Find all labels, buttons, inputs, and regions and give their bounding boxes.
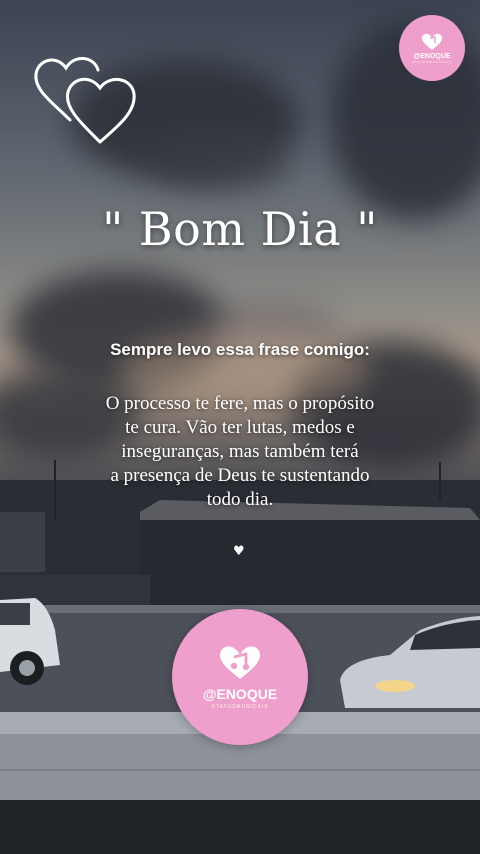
watermark-tagline: STATUSMUSICAIS — [211, 704, 269, 710]
quote-line: te cura. Vão ter lutas, medos e — [125, 417, 355, 438]
music-heart-icon — [220, 646, 260, 679]
quote-line: O processo te fere, mas o propósito — [105, 393, 375, 414]
watermark-name: @ENOQUE — [413, 52, 451, 60]
quote-line: todo dia. — [206, 489, 274, 510]
watermark-badge-large: @ENOQUE STATUSMUSICAIS — [172, 609, 308, 745]
small-heart-icon: ♥ — [233, 544, 245, 559]
double-heart-outline-icon — [34, 57, 136, 144]
quote-line: inseguranças, mas também terá — [121, 441, 359, 462]
watermark-tagline: STATUSMUSICAIS — [412, 59, 452, 64]
quote-intro: Sempre levo essa frase comigo: — [110, 340, 370, 359]
watermark-badge-small: @ENOQUE STATUSMUSICAIS — [399, 15, 465, 81]
quote-text: O processo te fere, mas o propósito te c… — [60, 392, 420, 512]
quote-line: a presença de Deus te sustentando — [110, 465, 370, 486]
greeting-title: " Bom Dia " — [102, 202, 378, 256]
music-heart-icon — [422, 33, 442, 50]
white-car — [0, 598, 60, 685]
silver-car — [340, 616, 480, 708]
watermark-name: @ENOQUE — [202, 686, 278, 702]
